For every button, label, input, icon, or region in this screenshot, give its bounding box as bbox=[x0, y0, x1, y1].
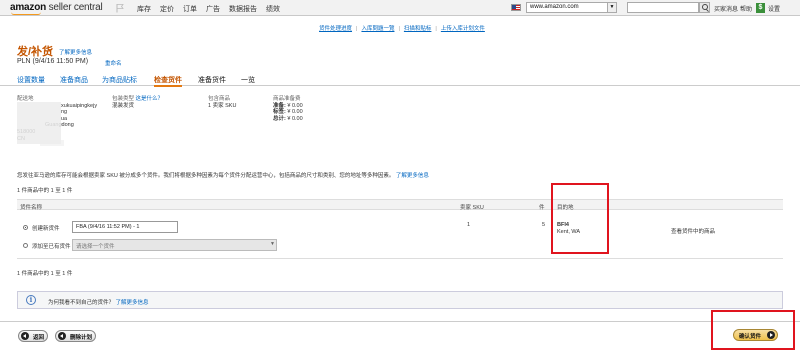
pack-type-value: 混装发货 bbox=[112, 102, 135, 109]
shipment-name-input[interactable]: FBA (9/4/16 11:52 PM) - 1 bbox=[72, 221, 178, 233]
contents-block: 包含商品 1 卖家 SKU bbox=[208, 96, 236, 109]
contents-label: 包含商品 bbox=[208, 96, 231, 102]
item-count-top: 1 件商品中的 1 至 1 件 bbox=[17, 188, 73, 194]
what-is-this-link[interactable]: 这是什么？ bbox=[136, 96, 164, 102]
contents-value: 1 卖家 SKU bbox=[208, 102, 237, 109]
destination-highlight-box bbox=[551, 183, 609, 254]
create-shipment-label: 创建新货件 bbox=[32, 226, 60, 232]
dollar-icon[interactable]: $ bbox=[756, 3, 765, 13]
existing-shipment-placeholder: 请选择一个货件 bbox=[76, 244, 115, 250]
nav-advertising[interactable]: 广告 bbox=[206, 4, 220, 14]
nav-performance[interactable]: 绩效 bbox=[266, 4, 280, 14]
marketplace-select[interactable]: www.amazon.com ▼ bbox=[526, 2, 617, 13]
logo-smile bbox=[11, 12, 41, 15]
search-icon[interactable] bbox=[699, 2, 710, 13]
sublink-upload-plan[interactable]: 上传入库计划文件 bbox=[441, 26, 485, 32]
view-shipment-items-link[interactable]: 查看货件中的商品 bbox=[671, 227, 715, 235]
shipment-table-header: 货件名称 卖家 SKU 件 目的地 bbox=[17, 199, 783, 211]
nav-inventory[interactable]: 库存 bbox=[137, 4, 151, 14]
col-units: 件 bbox=[539, 205, 545, 211]
note-text: 您发往亚马逊的库存可能会根据卖家 SKU 被分成多个货件。我们将根据多种因素为每… bbox=[17, 173, 395, 179]
sublink-scan-label[interactable]: 扫描和貼标 bbox=[404, 26, 432, 32]
footer-divider bbox=[0, 321, 800, 322]
back-button-label: 返回 bbox=[33, 335, 45, 341]
prep-fee-label-prep: 准备: bbox=[273, 102, 286, 109]
step-summary: 一览 bbox=[241, 77, 255, 84]
help-text: 为何我看不到自己的货件？ 了解更多信息 bbox=[48, 298, 149, 306]
sublink-shipping-queue[interactable]: 货件处理进度 bbox=[319, 26, 352, 32]
learn-more-link[interactable]: 了解更多信息 bbox=[59, 48, 92, 56]
redacted-address-block bbox=[17, 102, 61, 144]
logo-sub: seller central bbox=[46, 2, 103, 13]
sku-count: 1 bbox=[467, 222, 471, 228]
step-prepare-products[interactable]: 准备商品 bbox=[60, 75, 88, 85]
help-link[interactable]: 帮助 bbox=[740, 4, 752, 13]
nav-reports[interactable]: 数据报告 bbox=[229, 4, 257, 14]
create-shipment-radio[interactable] bbox=[23, 225, 28, 230]
nav-pricing[interactable]: 定价 bbox=[160, 4, 174, 14]
delete-plan-button[interactable]: 删除计划 bbox=[55, 330, 97, 342]
sublink-inbound-problems[interactable]: 入库問題一覽 bbox=[361, 26, 394, 32]
col-seller-sku: 卖家 SKU bbox=[460, 205, 484, 211]
rename-link[interactable]: 重命名 bbox=[105, 59, 122, 67]
help-question: 为何我看不到自己的货件？ bbox=[48, 300, 115, 306]
prep-fee-label-total: 总计: bbox=[273, 115, 286, 122]
flag-icon[interactable] bbox=[115, 3, 125, 13]
info-icon: i bbox=[26, 295, 36, 305]
chevron-down-icon: ▼ bbox=[270, 241, 275, 247]
help-learn-more-link[interactable]: 了解更多信息 bbox=[116, 300, 149, 306]
amazon-seller-central-logo[interactable]: amazon seller central bbox=[10, 2, 103, 15]
plan-name: PLN (9/4/16 11:50 PM) bbox=[17, 58, 89, 65]
messages-link[interactable]: 买家消息 bbox=[714, 4, 738, 13]
settings-link[interactable]: 设置 bbox=[768, 4, 780, 13]
back-button[interactable]: 返回 bbox=[18, 330, 49, 342]
redacted-address-strip bbox=[40, 140, 64, 146]
split-shipment-note: 您发往亚马逊的库存可能会根据卖家 SKU 被分成多个货件。我们将根据多种因素为每… bbox=[17, 171, 429, 179]
us-flag-icon bbox=[511, 4, 521, 11]
existing-shipment-select[interactable]: 请选择一个货件 ▼ bbox=[72, 239, 277, 251]
main-nav: 库存 定价 订单 广告 数据报告 绩效 bbox=[137, 4, 289, 14]
nav-orders[interactable]: 订单 bbox=[183, 4, 197, 14]
pack-type-block: 包装类型 这是什么？ 混装发货 bbox=[112, 96, 163, 109]
step-set-quantity[interactable]: 设置数量 bbox=[17, 75, 45, 85]
table-row-divider bbox=[17, 258, 783, 259]
search-input[interactable] bbox=[627, 2, 699, 13]
help-box: i 为何我看不到自己的货件？ 了解更多信息 bbox=[17, 291, 783, 309]
chevron-down-icon: ▼ bbox=[607, 3, 616, 12]
workflow-steps: 设置数量 准备商品 为商品贴标 检查货件 准备货件 一览 bbox=[0, 72, 800, 87]
arrow-left-icon bbox=[58, 332, 66, 340]
item-count-bottom: 1 件商品中的 1 至 1 件 bbox=[17, 271, 73, 277]
prep-fee-block: 商品准备费 准备: ¥ 0.00 标签: ¥ 0.00 总计: ¥ 0.00 bbox=[273, 96, 303, 122]
step-prepare-shipment: 准备货件 bbox=[198, 77, 226, 84]
delete-plan-label: 删除计划 bbox=[70, 335, 93, 341]
step-label-products[interactable]: 为商品贴标 bbox=[102, 75, 137, 85]
col-shipment-name: 货件名称 bbox=[20, 205, 43, 211]
unit-count: 5 bbox=[542, 222, 546, 228]
add-existing-label: 添加至已有货件 bbox=[32, 244, 71, 250]
prep-fee-value-label: ¥ 0.00 bbox=[287, 109, 303, 116]
page-title: 发/补货 bbox=[17, 46, 54, 58]
prep-fee-label: 商品准备费 bbox=[273, 96, 301, 102]
marketplace-value: www.amazon.com bbox=[530, 4, 579, 10]
prep-fee-value-prep: ¥ 0.00 bbox=[287, 102, 303, 109]
step-review-shipments[interactable]: 检查货件 bbox=[154, 75, 182, 87]
confirm-highlight-box bbox=[711, 310, 795, 350]
add-existing-radio[interactable] bbox=[23, 243, 28, 248]
arrow-left-icon bbox=[21, 332, 29, 340]
prep-fee-value-total: ¥ 0.00 bbox=[287, 115, 303, 122]
note-learn-more-link[interactable]: 了解更多信息 bbox=[396, 173, 429, 179]
pack-type-label: 包装类型 bbox=[112, 96, 135, 102]
top-bar: amazon seller central 库存 定价 订单 广告 数据报告 绩效 www… bbox=[0, 0, 800, 16]
prep-fee-label-label: 标签: bbox=[273, 109, 286, 116]
shipping-sublinks: 货件处理进度 | 入库問題一覽 | 扫描和貼标 | 上传入库计划文件 bbox=[319, 26, 485, 32]
